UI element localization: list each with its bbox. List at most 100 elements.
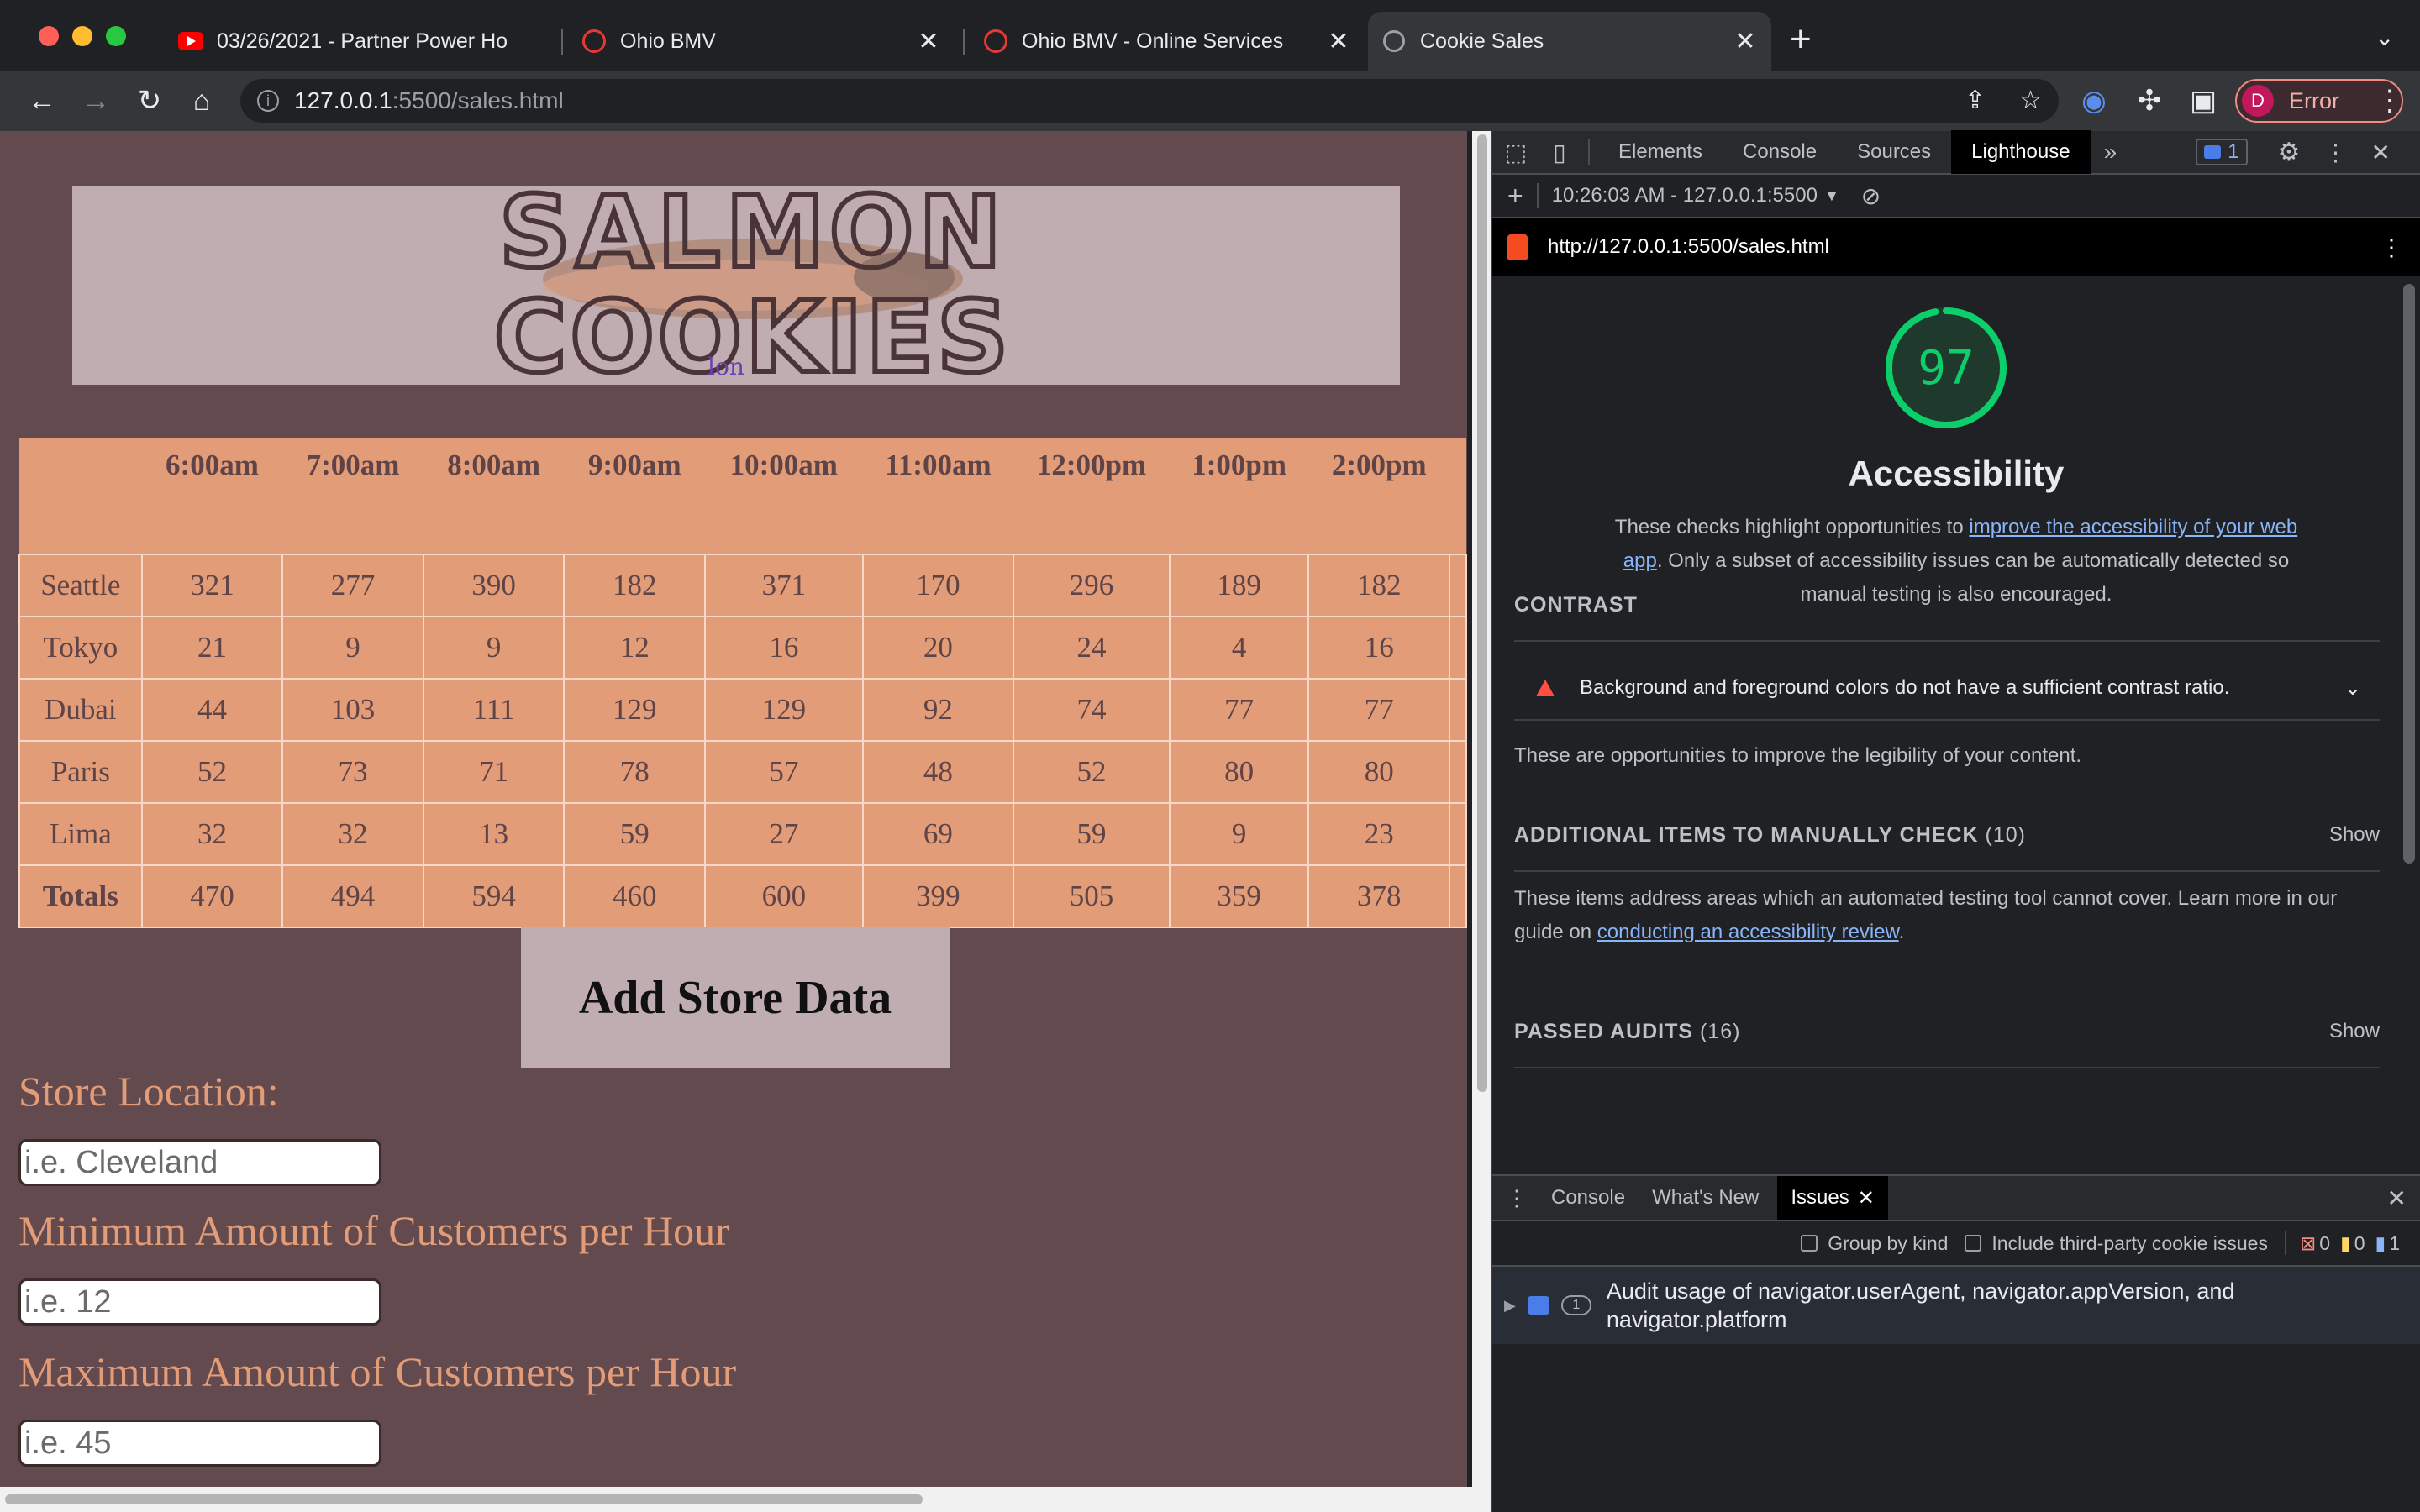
url-path: :5500/sales.html [392,87,564,113]
tab-cookie-sales[interactable]: Cookie Sales ✕ [1368,12,1771,71]
table-cell: 21 [140,616,284,680]
totals-row: Totals 470 494 594 460 600 399 505 359 3… [18,864,1467,928]
error-count: 0 [2319,1231,2331,1254]
device-toolbar-icon[interactable]: ▯ [1539,139,1580,166]
show-manual-button[interactable]: Show [2329,823,2380,847]
devtools-menu-icon[interactable]: ⋮ [2323,139,2347,166]
table-cell: 9 [1168,802,1310,866]
max-customers-input[interactable] [18,1420,381,1467]
close-tab-icon[interactable]: ✕ [1326,27,1351,56]
lighthouse-report: 97 Accessibility These checks highlight … [1492,276,2420,1300]
back-arrow-icon[interactable]: ← [22,81,62,121]
header-banner: SALMON COOKIES lon [72,178,1400,388]
contrast-audit[interactable]: Background and foreground colors do not … [1514,657,2380,719]
tab-sources[interactable]: Sources [1837,130,1951,174]
total-cell: 378 [1307,864,1451,928]
description-text: . Only a subset of accessibility issues … [1656,549,2290,606]
issues-counter[interactable]: 1 [2196,139,2248,165]
report-selector[interactable]: 10:26:03 AM - 127.0.0.1:5500 [1552,184,1818,207]
tab-elements[interactable]: Elements [1598,130,1723,174]
table-cell: 16 [704,616,864,680]
tab-title: Ohio BMV - Online Services [1022,29,1284,53]
total-cell: 399 [861,864,1015,928]
minimize-window-button[interactable] [72,26,92,46]
report-url[interactable]: http://127.0.0.1:5500/sales.html [1548,235,1829,259]
table-cell: 296 [1013,554,1171,617]
close-devtools-icon[interactable]: ✕ [2370,139,2390,166]
tab-lighthouse[interactable]: Lighthouse [1951,130,2091,174]
table-cell [1449,554,1467,617]
report-menu-icon[interactable]: ⋮ [2380,234,2403,261]
drawer-menu-icon[interactable]: ⋮ [1506,1185,1528,1211]
manual-check-title: ADDITIONAL ITEMS TO MANUALLY CHECK [1514,823,1979,847]
maximize-window-button[interactable] [106,26,126,46]
passed-audits-heading[interactable]: PASSED AUDITS (16) [1514,1020,1740,1044]
group-by-kind-checkbox[interactable] [1801,1235,1818,1252]
store-name-cell: Lima [18,802,143,866]
issue-item[interactable]: ▶ 1 Audit usage of navigator.userAgent, … [1492,1267,2420,1344]
table-header-cell: 8:00am [423,438,565,554]
table-cell: 78 [563,740,707,804]
issue-count-badge: 1 [1560,1295,1591,1315]
page-vertical-scrollbar[interactable] [1472,131,1491,1487]
table-cell [1449,740,1467,804]
tab-partner-power[interactable]: 03/26/2021 - Partner Power Ho [165,12,534,71]
address-bar[interactable]: i 127.0.0.1:5500/sales.html ⇪ ☆ [240,79,2059,123]
tab-ohio-bmv-online[interactable]: Ohio BMV - Online Services ✕ [970,12,1365,71]
share-icon[interactable]: ⇪ [1965,86,1986,115]
extensions-puzzle-icon[interactable]: ✣ [2129,81,2170,121]
scrollbar-thumb[interactable] [1477,134,1487,1092]
tab-ohio-bmv[interactable]: Ohio BMV ✕ [568,12,955,71]
accessibility-score: 97 [1918,340,1975,396]
show-passed-button[interactable]: Show [2329,1020,2380,1043]
close-tab-icon[interactable]: ✕ [1858,1186,1875,1210]
site-info-icon[interactable]: i [257,90,279,112]
browser-menu-icon[interactable]: ⋮ [2370,81,2410,121]
url-host: 127.0.0.1 [294,87,392,113]
page-horizontal-scrollbar[interactable] [0,1487,1491,1512]
manual-check-heading[interactable]: ADDITIONAL ITEMS TO MANUALLY CHECK (10) [1514,823,2026,848]
table-cell: 390 [422,554,566,617]
total-cell: 460 [563,864,707,928]
close-tab-icon[interactable]: ✕ [1733,27,1758,56]
extension-icon[interactable]: ◉ [2074,81,2114,121]
close-drawer-icon[interactable]: ✕ [2387,1184,2407,1212]
new-report-icon[interactable]: + [1507,181,1523,212]
drawer-tab-whats-new[interactable]: What's New [1639,1176,1772,1220]
table-header-cell: 12:00pm [1013,438,1170,554]
reload-icon[interactable]: ↻ [129,81,170,121]
drawer-tab-issues[interactable]: Issues ✕ [1777,1176,1888,1220]
new-tab-icon[interactable]: + [1790,18,1812,60]
store-location-input[interactable] [18,1139,381,1186]
more-tabs-icon[interactable]: » [2104,139,2118,165]
close-window-button[interactable] [39,26,59,46]
close-tab-icon[interactable]: ✕ [916,27,941,56]
report-scrollbar[interactable] [2403,284,2415,864]
tab-console[interactable]: Console [1723,130,1837,174]
home-icon[interactable]: ⌂ [182,81,222,121]
forward-arrow-icon[interactable]: → [76,81,116,121]
third-party-checkbox[interactable] [1965,1235,1982,1252]
chevron-down-icon[interactable]: ⌄ [2344,676,2361,701]
drawer-tab-bar: ⋮ Console What's New Issues ✕ ✕ [1492,1174,2420,1221]
table-row: Dubai 44 103 111 129 129 92 74 77 77 [18,678,1467,742]
drawer-tab-console[interactable]: Console [1538,1176,1639,1220]
scrollbar-thumb[interactable] [5,1494,923,1504]
inspect-element-icon[interactable]: ⬚ [1492,139,1539,166]
clear-reports-icon[interactable]: ⊘ [1861,182,1881,210]
side-panel-icon[interactable]: ▣ [2183,81,2223,121]
tab-search-icon[interactable]: ⌄ [2375,24,2394,51]
expand-triangle-icon[interactable]: ▶ [1504,1291,1516,1320]
accessibility-review-link[interactable]: conducting an accessibility review [1597,921,1899,943]
table-cell: 23 [1307,802,1451,866]
bookmark-star-icon[interactable]: ☆ [2019,86,2042,115]
lighthouse-url-bar: http://127.0.0.1:5500/sales.html ⋮ [1492,218,2420,276]
dropdown-arrow-icon[interactable]: ▼ [1824,187,1839,205]
issues-toolbar: Group by kind Include third-party cookie… [1492,1221,2420,1267]
settings-gear-icon[interactable]: ⚙ [2278,138,2301,167]
add-store-data-button[interactable]: Add Store Data [521,927,950,1068]
table-header-cell: 7:00am [282,438,424,554]
table-header-cell [1449,438,1466,554]
table-cell: 77 [1168,678,1310,742]
min-customers-input[interactable] [18,1278,381,1326]
